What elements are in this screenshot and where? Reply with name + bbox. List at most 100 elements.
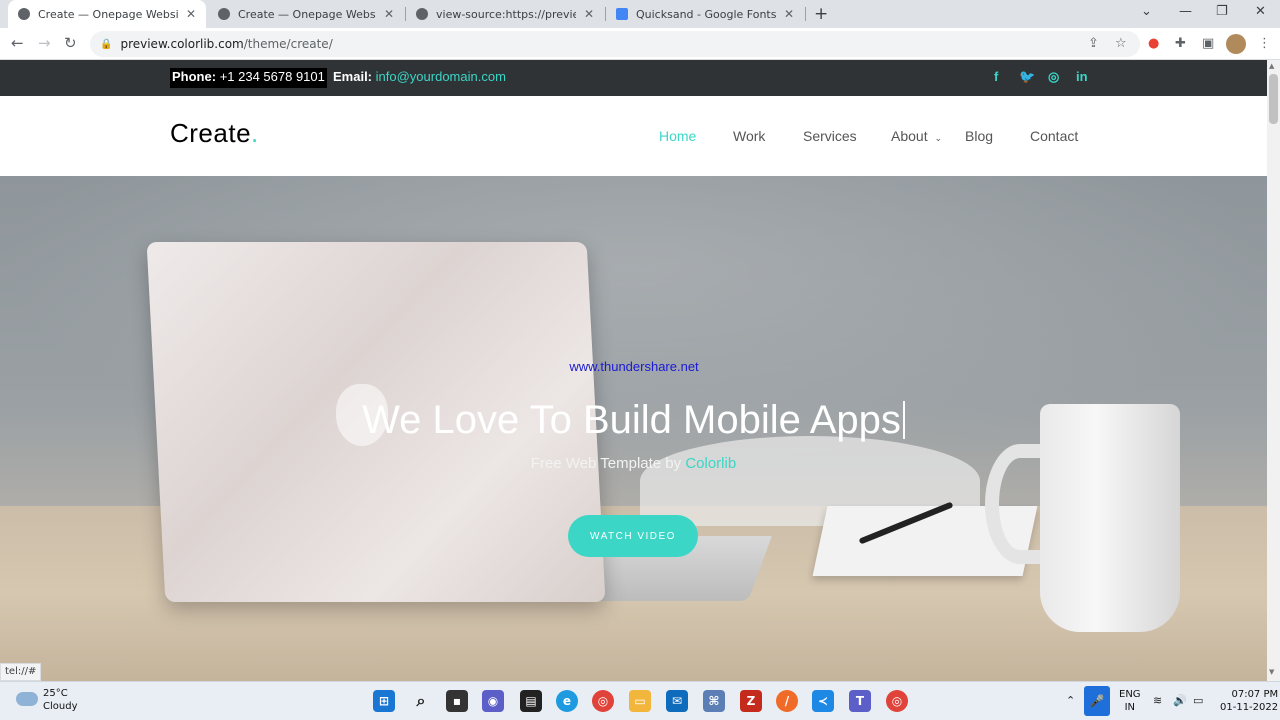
watch-video-button[interactable]: WATCH VIDEO bbox=[568, 515, 698, 557]
nav-services[interactable]: Services bbox=[803, 128, 857, 144]
tab-search-icon[interactable]: ⌄ bbox=[1141, 4, 1152, 19]
phone-value: +1 234 5678 9101 bbox=[219, 69, 325, 84]
mail-icon[interactable]: ✉ bbox=[666, 690, 688, 712]
chat-icon[interactable]: ◉ bbox=[482, 690, 504, 712]
network-app-icon[interactable]: ⌘ bbox=[703, 690, 725, 712]
task-view-icon[interactable]: ▪ bbox=[446, 690, 468, 712]
chrome-profile-icon[interactable]: ◎ bbox=[886, 690, 908, 712]
nav-home[interactable]: Home bbox=[659, 128, 696, 144]
page-scrollbar[interactable]: ▲ ▼ bbox=[1267, 60, 1280, 681]
language-top: ENG bbox=[1119, 689, 1141, 700]
nav-blog[interactable]: Blog bbox=[965, 128, 993, 144]
globe-icon bbox=[416, 8, 428, 20]
twitter-icon[interactable]: 🐦 bbox=[1019, 69, 1035, 85]
phone-label: Phone: bbox=[172, 69, 217, 84]
facebook-icon[interactable]: f bbox=[994, 69, 998, 84]
edge-browser-icon[interactable]: e bbox=[556, 690, 578, 712]
tray-chevron-icon[interactable]: ⌃ bbox=[1066, 694, 1075, 707]
weather-temperature[interactable]: 25°C bbox=[43, 688, 68, 699]
widgets-icon[interactable]: ▤ bbox=[520, 690, 542, 712]
sublime-icon[interactable]: / bbox=[776, 690, 798, 712]
extension-color-icon[interactable]: ● bbox=[1148, 36, 1159, 51]
google-fonts-icon bbox=[616, 8, 628, 20]
side-panel-icon[interactable]: ▣ bbox=[1202, 36, 1214, 51]
search-icon[interactable]: ⌕ bbox=[410, 690, 432, 712]
status-bar-link: tel://# bbox=[0, 663, 42, 681]
new-tab-button[interactable]: + bbox=[814, 4, 828, 24]
site-header: Create. Home Work Services About ⌄ Blog … bbox=[0, 96, 1267, 176]
weather-condition[interactable]: Cloudy bbox=[43, 701, 77, 712]
email-label: Email: bbox=[333, 69, 373, 84]
back-icon[interactable]: ← bbox=[11, 34, 24, 52]
scroll-thumb[interactable] bbox=[1269, 74, 1278, 124]
microphone-icon[interactable]: 🎤 bbox=[1084, 686, 1110, 716]
colorlib-link[interactable]: Colorlib bbox=[685, 455, 736, 472]
nav-work[interactable]: Work bbox=[733, 128, 765, 144]
teams-icon[interactable]: T bbox=[849, 690, 871, 712]
hero-title-text: We Love To Build Mobile Apps bbox=[362, 398, 901, 442]
language-bottom: IN bbox=[1124, 702, 1135, 713]
lock-icon[interactable]: 🔒 bbox=[100, 39, 112, 50]
globe-icon bbox=[18, 8, 30, 20]
extensions-puzzle-icon[interactable]: ✚ bbox=[1175, 36, 1186, 51]
site-logo[interactable]: Create. bbox=[170, 118, 259, 149]
browser-tab-4[interactable]: Quicksand - Google Fonts ✕ bbox=[606, 0, 804, 28]
wifi-icon[interactable]: ≋ bbox=[1153, 694, 1162, 707]
system-clock[interactable]: 07:07 PM 01-11-2022 bbox=[1220, 688, 1278, 714]
instagram-icon[interactable]: ◎ bbox=[1048, 69, 1059, 85]
clock-time: 07:07 PM bbox=[1231, 689, 1279, 700]
minimize-icon[interactable]: — bbox=[1179, 4, 1192, 19]
typing-cursor bbox=[902, 401, 905, 439]
file-explorer-icon[interactable]: ▭ bbox=[629, 690, 651, 712]
close-icon[interactable]: ✕ bbox=[384, 7, 394, 21]
hero-section: www.thundershare.net We Love To Build Mo… bbox=[0, 176, 1267, 681]
reload-icon[interactable]: ↻ bbox=[64, 34, 77, 52]
hero-subtitle-prefix: Free Web Template by bbox=[530, 455, 682, 472]
tab-title: Quicksand - Google Fonts bbox=[636, 7, 776, 21]
close-icon[interactable]: ✕ bbox=[584, 7, 594, 21]
browser-toolbar: ← → ↻ 🔒 preview.colorlib.com/theme/creat… bbox=[0, 28, 1280, 60]
filezilla-icon[interactable]: Z bbox=[740, 690, 762, 712]
chevron-down-icon: ⌄ bbox=[934, 133, 943, 143]
close-window-icon[interactable]: ✕ bbox=[1255, 4, 1266, 19]
cloud-icon[interactable] bbox=[16, 692, 38, 706]
tab-title: view-source:https://preview.colo bbox=[436, 7, 576, 21]
browser-tab-2[interactable]: Create — Onepage Website Tem ✕ bbox=[208, 0, 404, 28]
phone-link[interactable]: Phone: +1 234 5678 9101 bbox=[170, 68, 327, 88]
globe-icon bbox=[218, 8, 230, 20]
share-icon[interactable]: ⇪ bbox=[1088, 36, 1099, 51]
maximize-icon[interactable]: ❐ bbox=[1216, 4, 1228, 19]
scroll-down-icon[interactable]: ▼ bbox=[1269, 668, 1274, 676]
url-path: /theme/create/ bbox=[243, 37, 333, 51]
start-icon[interactable]: ⊞ bbox=[373, 690, 395, 712]
volume-icon[interactable]: 🔊 bbox=[1173, 694, 1187, 707]
logo-text: Create bbox=[170, 118, 252, 148]
bookmark-star-icon[interactable]: ☆ bbox=[1115, 36, 1127, 51]
chrome-icon[interactable]: ◎ bbox=[592, 690, 614, 712]
linkedin-icon[interactable]: in bbox=[1076, 69, 1088, 84]
forward-icon[interactable]: → bbox=[38, 34, 51, 52]
language-indicator[interactable]: ENG IN bbox=[1119, 688, 1141, 714]
nav-about-label: About bbox=[891, 128, 928, 144]
windows-taskbar: 25°C Cloudy ⊞ ⌕ ▪ ◉ ▤ e ◎ ▭ ✉ ⌘ Z / ≺ T … bbox=[0, 681, 1280, 720]
email-link[interactable]: Email: info@yourdomain.com bbox=[333, 69, 506, 84]
profile-avatar[interactable] bbox=[1226, 34, 1246, 54]
browser-tab-3[interactable]: view-source:https://preview.colo ✕ bbox=[406, 0, 604, 28]
browser-tab-1[interactable]: Create — Onepage Website Tem ✕ bbox=[8, 0, 206, 28]
nav-about[interactable]: About ⌄ bbox=[891, 128, 942, 144]
address-bar[interactable]: 🔒 preview.colorlib.com/theme/create/ bbox=[90, 31, 1140, 57]
browser-tab-strip: Create — Onepage Website Tem ✕ Create — … bbox=[0, 0, 1280, 28]
close-icon[interactable]: ✕ bbox=[784, 7, 794, 21]
watermark-text: www.thundershare.net bbox=[569, 359, 699, 374]
battery-icon[interactable]: ▭ bbox=[1193, 694, 1203, 707]
close-icon[interactable]: ✕ bbox=[186, 7, 196, 21]
nav-contact[interactable]: Contact bbox=[1030, 128, 1078, 144]
hero-subtitle: Free Web Template by Colorlib bbox=[0, 455, 1267, 472]
tab-title: Create — Onepage Website Tem bbox=[38, 7, 178, 21]
site-contact-bar: Phone: +1 234 5678 9101 Email: info@your… bbox=[0, 60, 1267, 96]
vscode-icon[interactable]: ≺ bbox=[812, 690, 834, 712]
scroll-up-icon[interactable]: ▲ bbox=[1269, 62, 1274, 70]
email-value: info@yourdomain.com bbox=[375, 69, 506, 84]
menu-kebab-icon[interactable]: ⋮ bbox=[1258, 36, 1271, 51]
clock-date: 01-11-2022 bbox=[1220, 702, 1279, 713]
